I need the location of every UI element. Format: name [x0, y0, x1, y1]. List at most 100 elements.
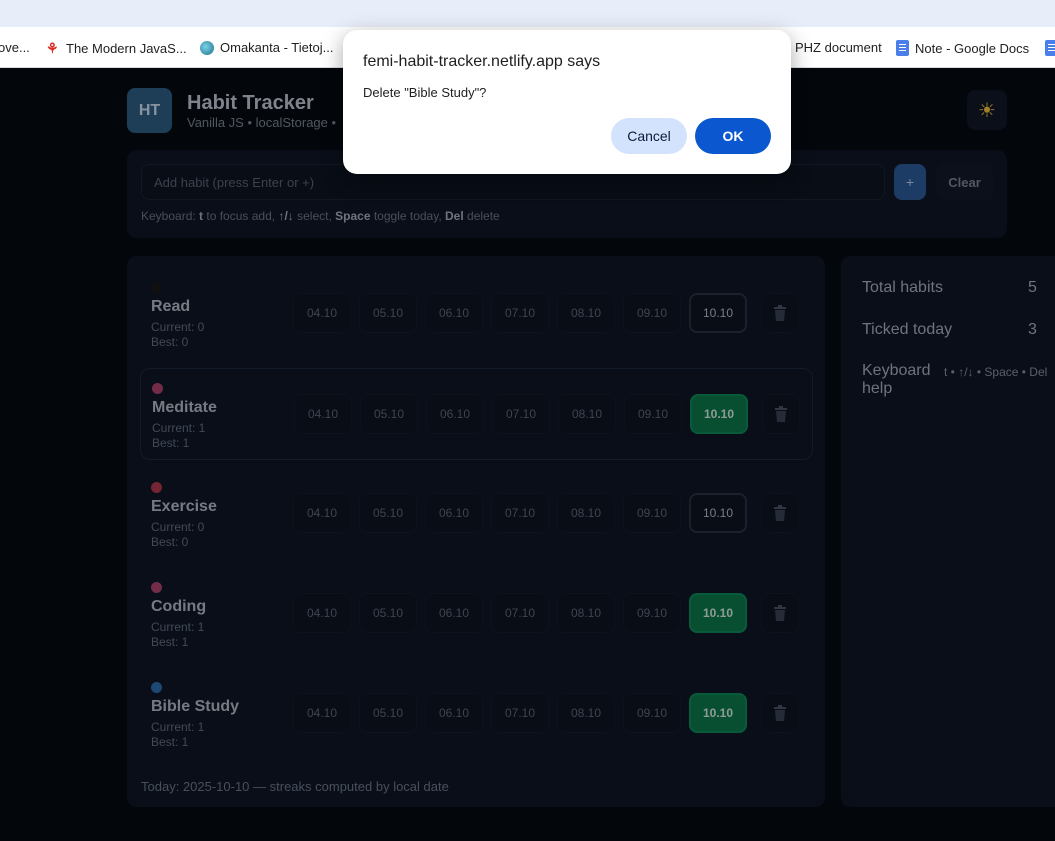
today-note: Today: 2025-10-10 — streaks computed by … [141, 779, 449, 794]
sun-icon: ☀ [978, 99, 996, 122]
habit-color-dot [151, 582, 162, 593]
bookmark-item[interactable] [1045, 40, 1055, 56]
trash-icon [775, 406, 787, 422]
day-toggle[interactable]: 06.10 [425, 493, 483, 533]
habit-row[interactable]: Coding Current: 1 Best: 1 04.10 05.10 06.10 07… [140, 568, 813, 660]
bookmark-item[interactable]: ⚘ The Modern JavaS... [46, 40, 187, 56]
page-subtitle: Vanilla JS • localStorage • [187, 115, 337, 130]
day-toggle[interactable]: 09.10 [623, 493, 681, 533]
hint-text: delete [463, 209, 500, 223]
bookmark-item[interactable]: ove... [0, 40, 30, 55]
habit-current-streak: Current: 0 [151, 520, 205, 534]
habit-row[interactable]: Read Current: 0 Best: 0 04.10 05.10 06.10 07.1… [140, 268, 813, 360]
ok-button[interactable]: OK [695, 118, 771, 154]
day-toggle[interactable]: 07.10 [492, 394, 550, 434]
day-toggle[interactable]: 05.10 [360, 394, 418, 434]
habit-color-dot [151, 682, 162, 693]
day-toggle[interactable]: 08.10 [557, 293, 615, 333]
hint-text: to focus add, [203, 209, 279, 223]
delete-habit-button[interactable] [761, 593, 799, 633]
habit-best-streak: Best: 0 [151, 335, 189, 349]
day-toggle[interactable]: 06.10 [426, 394, 484, 434]
day-toggle[interactable]: 04.10 [293, 493, 351, 533]
day-toggle[interactable]: 05.10 [359, 693, 417, 733]
bookmark-label: Omakanta - Tietoj... [220, 40, 334, 55]
clear-button[interactable]: Clear [936, 164, 993, 200]
day-toggle[interactable]: 08.10 [557, 693, 615, 733]
bookmark-label: PHZ document [795, 40, 882, 55]
hint-text: toggle today, [370, 209, 445, 223]
day-toggle[interactable]: 05.10 [359, 593, 417, 633]
delete-habit-button[interactable] [761, 293, 799, 333]
add-habit-button[interactable]: + [894, 164, 926, 200]
habit-row[interactable]: Meditate Current: 1 Best: 1 04.10 05.10 06.10… [140, 368, 813, 460]
cancel-button[interactable]: Cancel [611, 118, 687, 154]
keyboard-help-value: t • ↑/↓ • Space • Del [944, 365, 1048, 379]
bookmark-item[interactable]: Omakanta - Tietoj... [200, 40, 333, 55]
day-toggle[interactable]: 08.10 [558, 394, 616, 434]
habit-row[interactable]: Exercise Current: 0 Best: 0 04.10 05.10 06.10… [140, 468, 813, 560]
delete-habit-button[interactable] [762, 394, 800, 434]
day-toggle[interactable]: 06.10 [425, 693, 483, 733]
total-habits-value: 5 [1028, 279, 1037, 296]
habit-current-streak: Current: 1 [151, 620, 205, 634]
habit-current-streak: Current: 1 [151, 720, 205, 734]
keyboard-help-label: Keyboard help [862, 362, 931, 397]
day-toggle-today[interactable]: 10.10 [689, 693, 747, 733]
keyboard-hint: Keyboard: t to focus add, ↑/↓ select, Sp… [141, 209, 500, 223]
theme-toggle-button[interactable]: ☀ [967, 90, 1007, 130]
docs-icon [1045, 40, 1055, 56]
app-logo: HT [127, 88, 172, 133]
delete-habit-button[interactable] [761, 693, 799, 733]
ticked-today-label: Ticked today [862, 321, 953, 338]
day-toggle[interactable]: 04.10 [294, 394, 352, 434]
stats-panel: Total habits 5 Ticked today 3 Keyboard h… [841, 256, 1055, 807]
bookmark-item[interactable]: PHZ document [795, 40, 882, 55]
hint-key: Del [445, 209, 464, 223]
day-toggle[interactable]: 06.10 [425, 293, 483, 333]
bookmark-item[interactable]: Note - Google Docs [896, 40, 1029, 56]
figure-icon: ⚘ [46, 40, 59, 56]
habit-name: Meditate [152, 399, 217, 416]
day-toggle[interactable]: 09.10 [623, 693, 681, 733]
day-toggle[interactable]: 05.10 [359, 493, 417, 533]
day-toggle[interactable]: 05.10 [359, 293, 417, 333]
trash-icon [774, 305, 786, 321]
trash-icon [774, 505, 786, 521]
browser-tab-strip [0, 0, 1055, 27]
delete-habit-button[interactable] [761, 493, 799, 533]
docs-icon [896, 40, 909, 56]
day-toggle[interactable]: 07.10 [491, 493, 549, 533]
day-toggle[interactable]: 09.10 [623, 293, 681, 333]
dialog-message: Delete "Bible Study"? [363, 85, 487, 100]
day-toggle[interactable]: 07.10 [491, 593, 549, 633]
day-toggle[interactable]: 04.10 [293, 293, 351, 333]
bookmark-label: ove... [0, 40, 30, 55]
day-toggle-today[interactable]: 10.10 [689, 293, 747, 333]
day-toggle[interactable]: 08.10 [557, 593, 615, 633]
habit-name: Coding [151, 598, 207, 615]
total-habits-label: Total habits [862, 279, 943, 296]
day-toggle[interactable]: 04.10 [293, 693, 351, 733]
day-toggle[interactable]: 07.10 [491, 693, 549, 733]
day-toggle[interactable]: 07.10 [491, 293, 549, 333]
day-toggle[interactable]: 06.10 [425, 593, 483, 633]
hint-key: ↑/↓ [278, 209, 294, 223]
day-toggle[interactable]: 09.10 [623, 593, 681, 633]
habit-row[interactable]: Bible Study Current: 1 Best: 1 04.10 05.10 06… [140, 668, 813, 760]
day-toggle[interactable]: 08.10 [557, 493, 615, 533]
trash-icon [774, 705, 786, 721]
day-toggle-today[interactable]: 10.10 [690, 394, 748, 434]
bookmark-label: Note - Google Docs [915, 40, 1030, 56]
day-toggle-today[interactable]: 10.10 [689, 493, 747, 533]
confirm-dialog: femi-habit-tracker.netlify.app says Dele… [343, 30, 791, 174]
hint-text: select, [293, 209, 336, 223]
globe-icon [200, 40, 214, 55]
day-toggle-today[interactable]: 10.10 [689, 593, 747, 633]
habit-best-streak: Best: 1 [152, 436, 190, 450]
habit-name: Read [151, 298, 191, 315]
habit-best-streak: Best: 1 [151, 635, 189, 649]
habit-name: Exercise [151, 498, 217, 515]
day-toggle[interactable]: 04.10 [293, 593, 351, 633]
day-toggle[interactable]: 09.10 [624, 394, 682, 434]
